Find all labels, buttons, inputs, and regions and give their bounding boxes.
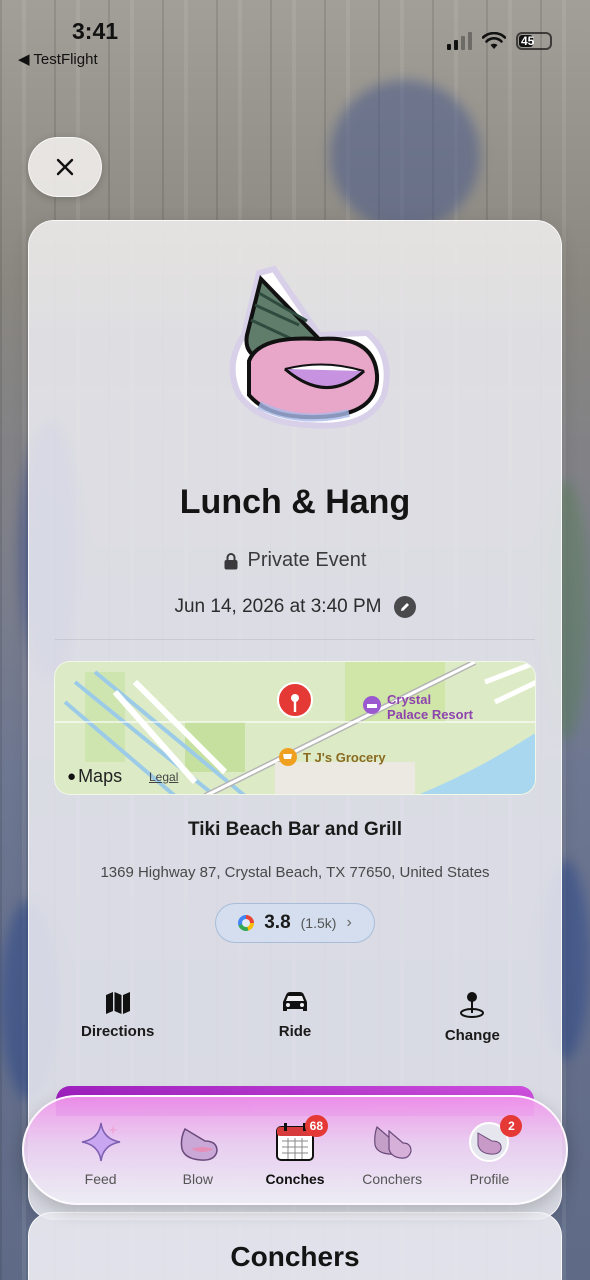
event-datetime: Jun 14, 2026 at 3:40 PM [174, 596, 382, 617]
map-poi-hotel: Crystal [387, 692, 432, 707]
directions-label: Directions [80, 1023, 155, 1040]
action-row: Directions Ride Change [29, 981, 561, 1061]
tab-conchers[interactable]: Conchers [344, 1097, 441, 1203]
status-time: 3:41 [72, 18, 119, 44]
map-poi-grocery: T J's Grocery [303, 750, 386, 765]
google-icon [238, 915, 255, 931]
hotel-icon [363, 696, 381, 714]
avatar-icon: 2 [468, 1115, 523, 1163]
tab-profile-label: Profile [469, 1171, 510, 1187]
conch-sticker-icon [229, 265, 390, 429]
tab-conches[interactable]: 68 Conches [246, 1097, 343, 1203]
venue-address: 1369 Highway 87, Crystal Beach, TX 77650… [100, 864, 490, 881]
wifi-icon [482, 32, 506, 49]
maps-provider: Maps [78, 766, 123, 786]
status-indicators: 45 [447, 32, 552, 50]
google-rating-pill[interactable]: 3.8 (1.5k) › [215, 903, 375, 943]
battery-level: 45 [521, 34, 535, 48]
conchers-icon [374, 1125, 412, 1159]
privacy-label: Private Event [247, 549, 367, 571]
tab-feed-label: Feed [84, 1171, 117, 1187]
location-pin-icon [277, 682, 313, 718]
tab-bar: Feed Blow 68 Conches Conchers 2 Profile [22, 1095, 568, 1205]
apple-logo-icon: ● [67, 768, 77, 785]
rating-value: 3.8 [264, 912, 291, 933]
profile-badge: 2 [500, 1115, 523, 1137]
event-title: Lunch & Hang [179, 483, 411, 521]
grocery-icon [279, 748, 297, 766]
close-button[interactable] [28, 137, 102, 197]
event-card: Lunch & Hang Private Event Jun 14, 2026 … [28, 220, 562, 1220]
tab-profile[interactable]: 2 Profile [441, 1097, 538, 1203]
privacy-status: Private Event [29, 549, 561, 572]
calendar-icon: 68 [274, 1115, 328, 1163]
cellular-signal-icon [447, 32, 472, 50]
tab-feed[interactable]: Feed [52, 1097, 149, 1203]
rating-count: (1.5k) [300, 915, 337, 931]
shell-icon [180, 1127, 218, 1161]
close-icon [56, 158, 74, 176]
map-icon [105, 992, 130, 1014]
ride-label: Ride [278, 1023, 312, 1040]
event-datetime-row[interactable]: Jun 14, 2026 at 3:40 PM [29, 596, 561, 618]
tab-conchers-label: Conchers [362, 1171, 423, 1187]
directions-button[interactable]: Directions [29, 981, 206, 1061]
map-poi-hotel-line2: Palace Resort [387, 707, 473, 722]
tab-conches-label: Conches [265, 1171, 325, 1187]
change-label: Change [444, 1027, 500, 1044]
battery-icon: 45 [516, 32, 552, 50]
tab-blow[interactable]: Blow [149, 1097, 246, 1203]
chevron-right-icon: › [346, 914, 352, 931]
venue-name: Tiki Beach Bar and Grill [187, 819, 402, 840]
change-location-button[interactable]: Change [384, 981, 561, 1061]
maps-attribution: ● Maps [67, 766, 122, 787]
car-icon [282, 992, 307, 1011]
tab-blow-label: Blow [182, 1171, 213, 1187]
divider [55, 639, 535, 640]
conches-badge: 68 [304, 1115, 328, 1137]
lock-icon [224, 552, 238, 569]
maps-legal-link[interactable]: Legal [149, 770, 178, 784]
conchers-title: Conchers [230, 1241, 360, 1272]
testflight-back-link[interactable]: ◀ TestFlight [18, 50, 98, 68]
ride-button[interactable]: Ride [206, 981, 383, 1061]
pin-icon [460, 992, 485, 1018]
conchers-section: Conchers [28, 1212, 562, 1280]
map-preview[interactable]: Crystal Palace Resort T J's Grocery ● Ma… [54, 661, 536, 795]
edit-pencil-icon[interactable] [393, 596, 416, 618]
sparkle-icon [81, 1122, 120, 1162]
